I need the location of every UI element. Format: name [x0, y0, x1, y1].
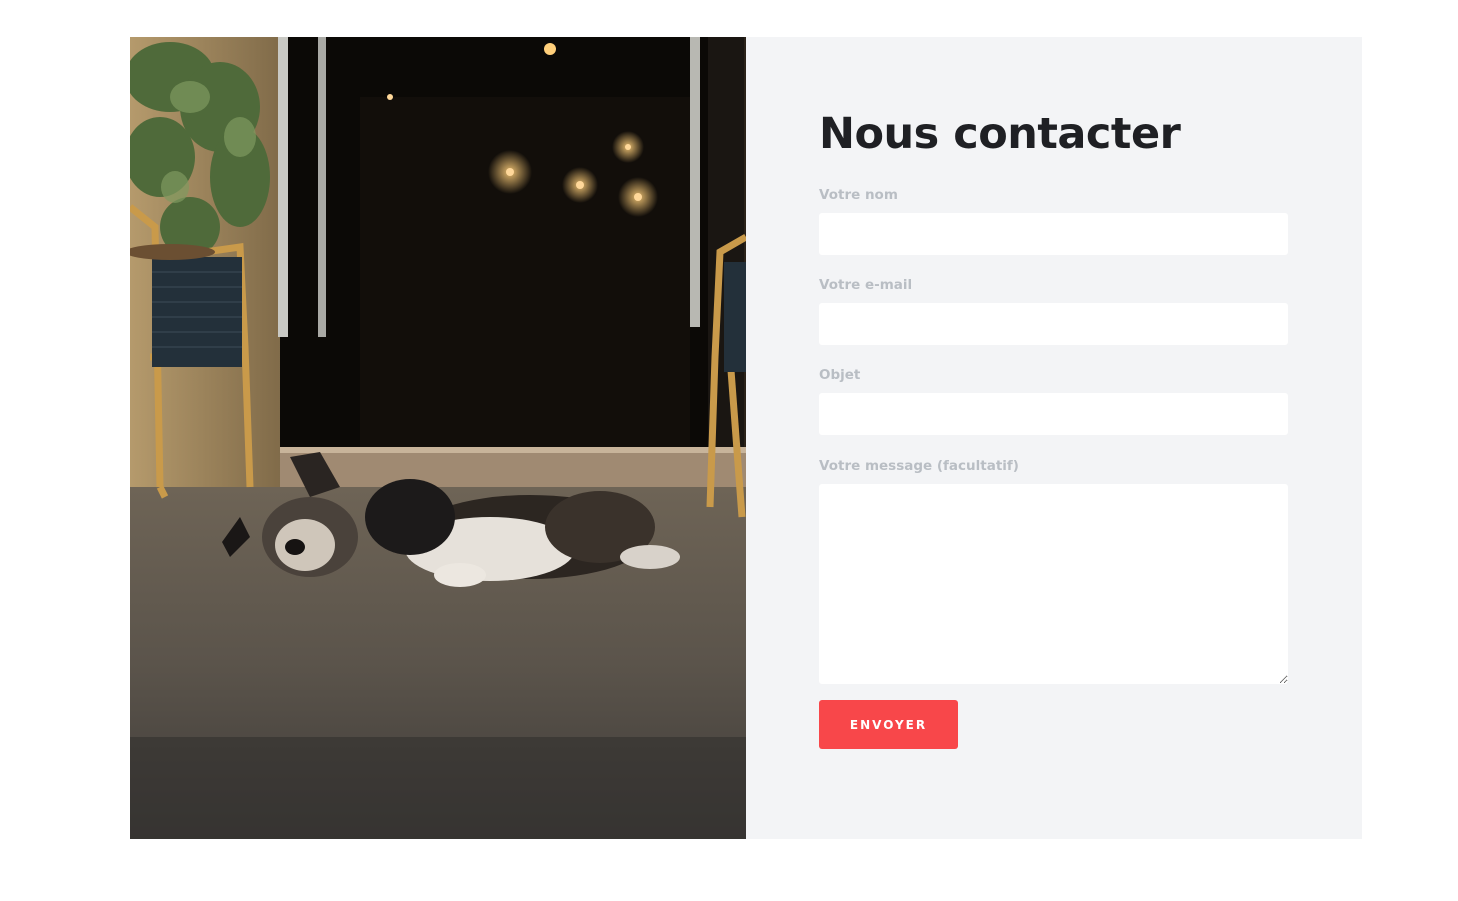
email-input[interactable]	[819, 303, 1288, 345]
subject-input[interactable]	[819, 393, 1288, 435]
page-title: Nous contacter	[819, 109, 1181, 159]
contact-form: Nous contacter Votre nom Votre e-mail Ob…	[746, 37, 1362, 839]
subject-label: Objet	[819, 367, 861, 383]
submit-button[interactable]: ENVOYER	[819, 700, 958, 749]
message-label: Votre message (facultatif)	[819, 458, 1019, 474]
contact-card: Nous contacter Votre nom Votre e-mail Ob…	[130, 37, 1362, 839]
cafe-dog-photo	[130, 37, 746, 839]
email-label: Votre e-mail	[819, 277, 913, 293]
message-textarea[interactable]	[819, 484, 1288, 684]
name-input[interactable]	[819, 213, 1288, 255]
name-label: Votre nom	[819, 187, 898, 203]
